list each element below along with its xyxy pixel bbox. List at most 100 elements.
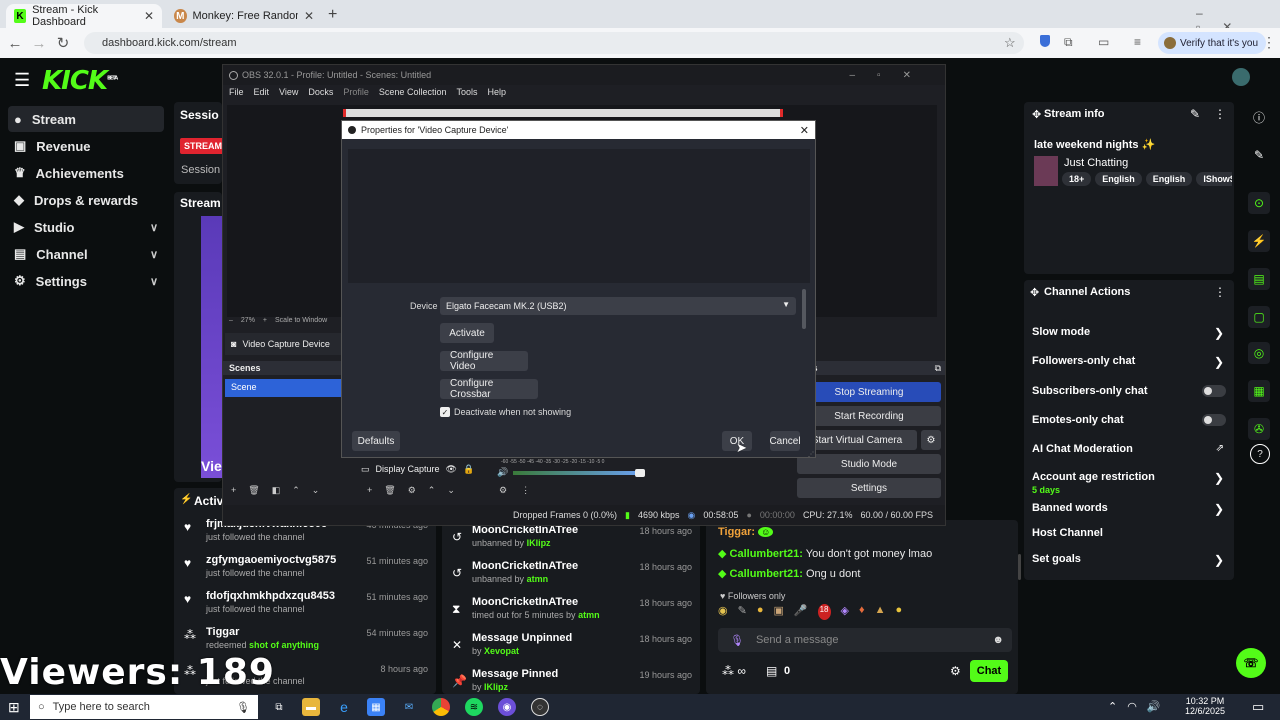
forward-icon[interactable]: → [28, 32, 50, 54]
source-list-item[interactable]: ▭ Display Capture 👁 🔒 [361, 461, 491, 477]
chat-username[interactable]: Tiggar: ☺ [718, 526, 774, 538]
zoom-out-icon[interactable]: – [229, 317, 233, 324]
channel-action-account-age-restriction[interactable]: Account age restriction 5 days ❯ [1024, 471, 1234, 495]
wrench-icon[interactable]: ✇ [1248, 418, 1270, 440]
info-icon[interactable]: ⓘ [1248, 106, 1270, 128]
virtual-camera-settings-icon[interactable]: ⚙ [921, 430, 941, 450]
file-explorer-icon[interactable]: ▬ [302, 698, 320, 716]
defaults-button[interactable]: Defaults [352, 431, 400, 451]
screenshot-icon[interactable]: ▭ [1098, 35, 1109, 49]
resize-grip-icon[interactable]: ⋰ [808, 451, 814, 458]
document-icon[interactable]: ▤ [1248, 268, 1270, 290]
undock-icon[interactable]: ⧉ [935, 363, 941, 374]
link-icon[interactable]: ⚙ [499, 485, 507, 496]
toggle-switch[interactable] [1202, 414, 1226, 426]
obs-menu-item[interactable]: Edit [254, 87, 270, 97]
chevron-up-icon[interactable]: ⌃ [428, 485, 436, 503]
obs-menu-item[interactable]: Help [487, 87, 506, 97]
mod-log-title[interactable]: Message Pinned [472, 668, 558, 680]
layout-icon[interactable]: ▦ [1248, 380, 1270, 402]
more-options-icon[interactable]: ⋮ [1214, 285, 1226, 299]
moderator-name[interactable]: atmn [527, 574, 549, 584]
activate-button[interactable]: Activate [440, 323, 494, 343]
cancel-button[interactable]: Cancel [769, 431, 801, 451]
stream-tag[interactable]: IShowSpe [1196, 172, 1232, 186]
sidebar-item-achievements[interactable]: ♛ Achievements [0, 160, 172, 186]
moderator-name[interactable]: IKlipz [484, 682, 508, 692]
lightning-icon[interactable]: ⚡ [1248, 230, 1270, 252]
add-icon[interactable]: + [367, 485, 372, 503]
sidebar-item-settings[interactable]: ⚙ Settings ∨ [0, 268, 172, 294]
window-controls[interactable]: –▫✕ [850, 70, 934, 81]
chevron-up-icon[interactable]: ⌃ [292, 485, 300, 503]
volume-slider-handle[interactable] [635, 469, 645, 477]
wifi-icon[interactable]: ◠ [1127, 700, 1137, 713]
broadcast-icon[interactable]: ◎ [1248, 342, 1270, 364]
trash-icon[interactable]: 🗑 [384, 485, 395, 503]
moderator-name[interactable]: IKlipz [527, 538, 551, 548]
obs-menu-item[interactable]: Scene Collection [379, 87, 447, 97]
emoji-picker-icon[interactable]: ☻ [992, 634, 1004, 646]
activity-username[interactable]: zgfymgaoemiyoctvg5875 [206, 554, 336, 566]
chat-bubble-icon[interactable]: ▢ [1248, 306, 1270, 328]
sidebar-item-drops[interactable]: ◆ Drops & rewards [0, 187, 172, 213]
chat-settings-icon[interactable]: ⚙ [950, 664, 961, 678]
eye-icon[interactable]: 👁 [446, 464, 457, 475]
edge-icon[interactable]: e [335, 698, 353, 716]
emote-icon[interactable]: ▲ [875, 604, 886, 620]
browser-menu-icon[interactable]: ⋮ [1262, 34, 1276, 51]
lock-icon[interactable]: 🔒 [463, 464, 474, 475]
sidebar-item-studio[interactable]: ▶ Studio ∨ [0, 214, 172, 240]
system-tray[interactable]: ⌃ ◠ 🔊 [1108, 700, 1161, 713]
close-tab-icon[interactable]: ✕ [304, 9, 314, 23]
volume-icon[interactable]: 🔊 [1147, 700, 1161, 713]
obs-menu-item[interactable]: File [229, 87, 244, 97]
edit-pencil-icon[interactable]: ✎ [1190, 107, 1200, 121]
deactivate-checkbox-row[interactable]: ✓ Deactivate when not showing [440, 407, 571, 417]
tab-monkey[interactable]: M Monkey: Free Random Video C ✕ [166, 4, 322, 28]
channel-action-host-channel[interactable]: Host Channel [1024, 527, 1234, 545]
start-recording-button[interactable]: Start Recording [797, 406, 941, 426]
close-tab-icon[interactable]: ✕ [144, 9, 154, 23]
emote-icon[interactable]: ◉ [718, 604, 728, 620]
obs-settings-button[interactable]: Settings [797, 478, 941, 498]
stream-tag[interactable]: 18+ [1062, 172, 1092, 186]
verify-identity-button[interactable]: Verify that it's you [1158, 32, 1267, 54]
new-tab-icon[interactable]: + [328, 6, 337, 24]
emote-icon[interactable]: 🎤 [794, 604, 808, 620]
source-toolbar[interactable]: ◙ Video Capture Device [225, 333, 341, 355]
store-icon[interactable]: ▦ [367, 698, 385, 716]
obs-menu-item[interactable]: View [279, 87, 298, 97]
target-icon[interactable]: ⊙ [1248, 192, 1270, 214]
extensions-icon[interactable]: ⧉ [1064, 35, 1073, 50]
more-options-icon[interactable]: ⋮ [521, 485, 530, 496]
url-field[interactable]: dashboard.kick.com/stream [84, 32, 1024, 54]
shield-extension-icon[interactable] [1040, 35, 1050, 47]
sidebar-item-channel[interactable]: ▤ Channel ∨ [0, 241, 172, 267]
obs-menu-item[interactable]: Profile [343, 87, 369, 97]
toggle-switch[interactable] [1202, 385, 1226, 397]
channel-action-emotes-only-chat[interactable]: Emotes-only chat [1024, 414, 1234, 432]
more-options-icon[interactable]: ⋮ [1214, 107, 1226, 121]
emote-icon[interactable]: ✎ [738, 604, 747, 620]
taskbar-search[interactable]: ○ Type here to search 🎙 [30, 695, 258, 719]
activity-username[interactable]: fdofjqxhmkhpdxzqu8453 [206, 590, 335, 602]
emote-icon[interactable]: ♦ [859, 604, 865, 620]
volume-slider[interactable] [513, 471, 641, 475]
edit-pencil-icon[interactable]: ✎ [1248, 144, 1270, 166]
hamburger-menu-icon[interactable]: ☰ [14, 70, 30, 91]
speaker-icon[interactable]: 🔊 [497, 467, 508, 478]
discord-app-icon[interactable]: ◉ [498, 698, 516, 716]
drag-handle-icon[interactable]: ✥ [1032, 108, 1041, 121]
stream-tag[interactable]: English [1145, 172, 1193, 186]
channel-action-ai-chat-moderation[interactable]: AI Chat Moderation ⇗ [1024, 443, 1234, 461]
sidebar-item-revenue[interactable]: ▣ Revenue [0, 133, 172, 159]
emote-icon[interactable]: ▣ [773, 604, 783, 620]
tab-kick-dashboard[interactable]: K Stream - Kick Dashboard ✕ [6, 4, 162, 28]
points-icon[interactable]: ⁂ ∞ [722, 664, 746, 678]
user-avatar[interactable] [1232, 68, 1250, 86]
activity-username[interactable]: Tiggar [206, 626, 239, 638]
reload-icon[interactable]: ↻ [52, 32, 74, 54]
chevron-down-icon[interactable]: ⌄ [312, 485, 320, 503]
kick-logo[interactable]: KICKBETA [42, 66, 118, 96]
